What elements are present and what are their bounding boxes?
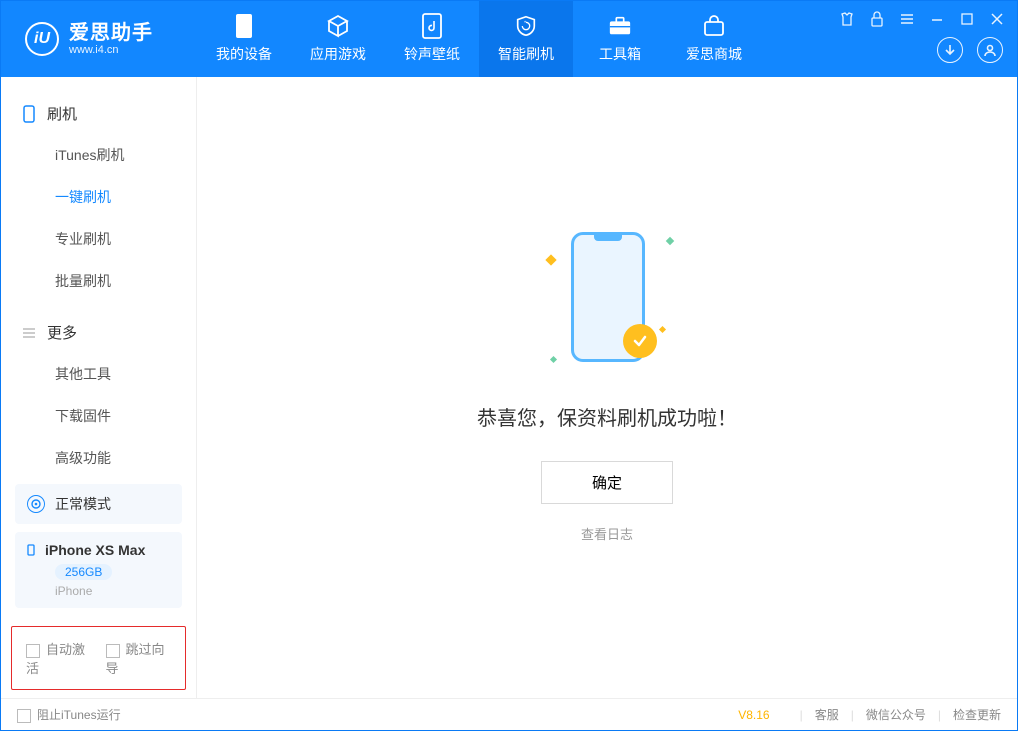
device-card[interactable]: iPhone XS Max 256GB iPhone — [15, 532, 182, 608]
checkbox-block-itunes[interactable]: 阻止iTunes运行 — [17, 706, 121, 723]
device-icon — [232, 14, 256, 38]
sidebar-item-advanced[interactable]: 高级功能 — [1, 437, 196, 474]
shirt-icon[interactable] — [837, 9, 857, 29]
app-window: iU 爱思助手 www.i4.cn 我的设备 应用游戏 铃声壁纸 智能刷机 — [0, 0, 1018, 731]
mode-icon — [27, 495, 45, 513]
device-kind: iPhone — [55, 584, 170, 598]
logo-icon: iU — [25, 22, 59, 56]
title-right-circles — [937, 37, 1003, 63]
mode-card[interactable]: 正常模式 — [15, 484, 182, 524]
sidebar-group-flash[interactable]: 刷机 — [1, 93, 196, 134]
titlebar: iU 爱思助手 www.i4.cn 我的设备 应用游戏 铃声壁纸 智能刷机 — [1, 1, 1017, 77]
sidebar-devices: 正常模式 iPhone XS Max 256GB iPhone — [1, 474, 196, 618]
check-badge-icon — [623, 324, 657, 358]
sidebar-list: 刷机 iTunes刷机 一键刷机 专业刷机 批量刷机 更多 其他工具 下载固件 … — [1, 77, 196, 474]
maximize-button[interactable] — [957, 9, 977, 29]
mode-label: 正常模式 — [55, 494, 111, 514]
main-panel: 恭喜您，保资料刷机成功啦！ 确定 查看日志 — [197, 77, 1017, 698]
sidebar-item-one-click-flash[interactable]: 一键刷机 — [1, 176, 196, 218]
footer-link-support[interactable]: 客服 — [815, 706, 839, 723]
device-name: iPhone XS Max — [45, 542, 145, 558]
ok-button[interactable]: 确定 — [541, 461, 673, 504]
cube-icon — [326, 14, 350, 38]
nav-store[interactable]: 爱思商城 — [667, 1, 761, 77]
sidebar-item-download-firmware[interactable]: 下载固件 — [1, 395, 196, 437]
footer-link-update[interactable]: 检查更新 — [953, 706, 1001, 723]
nav-apps-games[interactable]: 应用游戏 — [291, 1, 385, 77]
refresh-shield-icon — [514, 14, 538, 38]
checkbox-skip-guide[interactable]: 跳过向导 — [106, 639, 172, 677]
nav-toolbox[interactable]: 工具箱 — [573, 1, 667, 77]
body: 刷机 iTunes刷机 一键刷机 专业刷机 批量刷机 更多 其他工具 下载固件 … — [1, 77, 1017, 698]
sidebar-item-pro-flash[interactable]: 专业刷机 — [1, 218, 196, 260]
download-button[interactable] — [937, 37, 963, 63]
lock-icon[interactable] — [867, 9, 887, 29]
footer-link-wechat[interactable]: 微信公众号 — [866, 706, 926, 723]
minimize-button[interactable] — [927, 9, 947, 29]
checkbox-auto-activate[interactable]: 自动激活 — [26, 639, 92, 677]
version-label: V8.16 — [738, 708, 769, 722]
close-button[interactable] — [987, 9, 1007, 29]
nav-ringtone-wallpaper[interactable]: 铃声壁纸 — [385, 1, 479, 77]
nav-smart-flash[interactable]: 智能刷机 — [479, 1, 573, 77]
logo[interactable]: iU 爱思助手 www.i4.cn — [1, 1, 197, 77]
brand-name: 爱思助手 — [69, 22, 153, 44]
phone-icon — [21, 106, 37, 122]
status-bar: 阻止iTunes运行 V8.16 | 客服 | 微信公众号 | 检查更新 — [1, 698, 1017, 730]
window-controls — [837, 9, 1007, 29]
sidebar-item-itunes-flash[interactable]: iTunes刷机 — [1, 134, 196, 176]
brand-site: www.i4.cn — [69, 44, 153, 56]
list-icon — [21, 325, 37, 341]
sidebar-item-other-tools[interactable]: 其他工具 — [1, 353, 196, 395]
sidebar: 刷机 iTunes刷机 一键刷机 专业刷机 批量刷机 更多 其他工具 下载固件 … — [1, 77, 197, 698]
music-file-icon — [420, 14, 444, 38]
result-message: 恭喜您，保资料刷机成功啦！ — [477, 402, 737, 431]
nav-my-device[interactable]: 我的设备 — [197, 1, 291, 77]
device-mini-icon — [27, 544, 35, 556]
sidebar-group-more[interactable]: 更多 — [1, 312, 196, 353]
success-illustration — [547, 232, 667, 372]
sidebar-options-highlight: 自动激活 跳过向导 — [11, 626, 186, 690]
view-log-link[interactable]: 查看日志 — [581, 524, 633, 543]
main-nav: 我的设备 应用游戏 铃声壁纸 智能刷机 工具箱 爱思商城 — [197, 1, 761, 77]
store-icon — [702, 14, 726, 38]
device-capacity-badge: 256GB — [55, 564, 112, 580]
toolbox-icon — [608, 14, 632, 38]
sidebar-item-batch-flash[interactable]: 批量刷机 — [1, 260, 196, 302]
menu-icon[interactable] — [897, 9, 917, 29]
user-button[interactable] — [977, 37, 1003, 63]
